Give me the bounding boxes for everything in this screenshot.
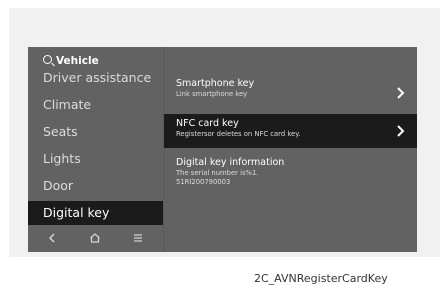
back-button[interactable] [44, 231, 60, 245]
sidebar: Vehicle Driver assistance Climate Seats … [28, 47, 163, 252]
chevron-right-icon [397, 87, 405, 99]
menu-row-digital-key-information[interactable]: Digital key information The serial numbe… [164, 154, 417, 198]
row-title: Digital key information [176, 157, 285, 168]
chevron-left-icon [49, 233, 55, 243]
menu-icon [134, 234, 142, 242]
menu-row-nfc-card-key[interactable]: NFC card key Registersor deletes on NFC … [164, 114, 417, 148]
sidebar-item-climate[interactable]: Climate [28, 93, 163, 117]
sidebar-item-seats[interactable]: Seats [28, 120, 163, 144]
row-subtitle: Registersor deletes on NFC card key. [176, 130, 301, 138]
content-panel: Smartphone key Link smartphone key NFC c… [164, 47, 417, 252]
sidebar-item-driver-assistance[interactable]: Driver assistance [28, 66, 163, 90]
sidebar-item-digital-key[interactable]: Digital key [28, 201, 163, 225]
row-subtitle: Link smartphone key [176, 90, 248, 98]
chevron-right-icon [397, 125, 405, 137]
home-icon [90, 233, 100, 243]
row-title: Smartphone key [176, 78, 255, 89]
menu-button[interactable] [130, 231, 146, 245]
menu-row-smartphone-key[interactable]: Smartphone key Link smartphone key [164, 75, 417, 109]
bottom-nav-bar [28, 226, 163, 252]
row-subtitle: The serial number is%1. [176, 169, 259, 177]
infotainment-screen: Vehicle Driver assistance Climate Seats … [28, 47, 417, 252]
search-icon[interactable] [43, 55, 52, 64]
serial-number: 51RI200790003 [176, 178, 231, 186]
sidebar-item-door[interactable]: Door [28, 174, 163, 198]
sidebar-item-lights[interactable]: Lights [28, 147, 163, 171]
row-title: NFC card key [176, 118, 239, 129]
image-caption: 2C_AVNRegisterCardKey [254, 272, 388, 285]
home-button[interactable] [87, 231, 103, 245]
